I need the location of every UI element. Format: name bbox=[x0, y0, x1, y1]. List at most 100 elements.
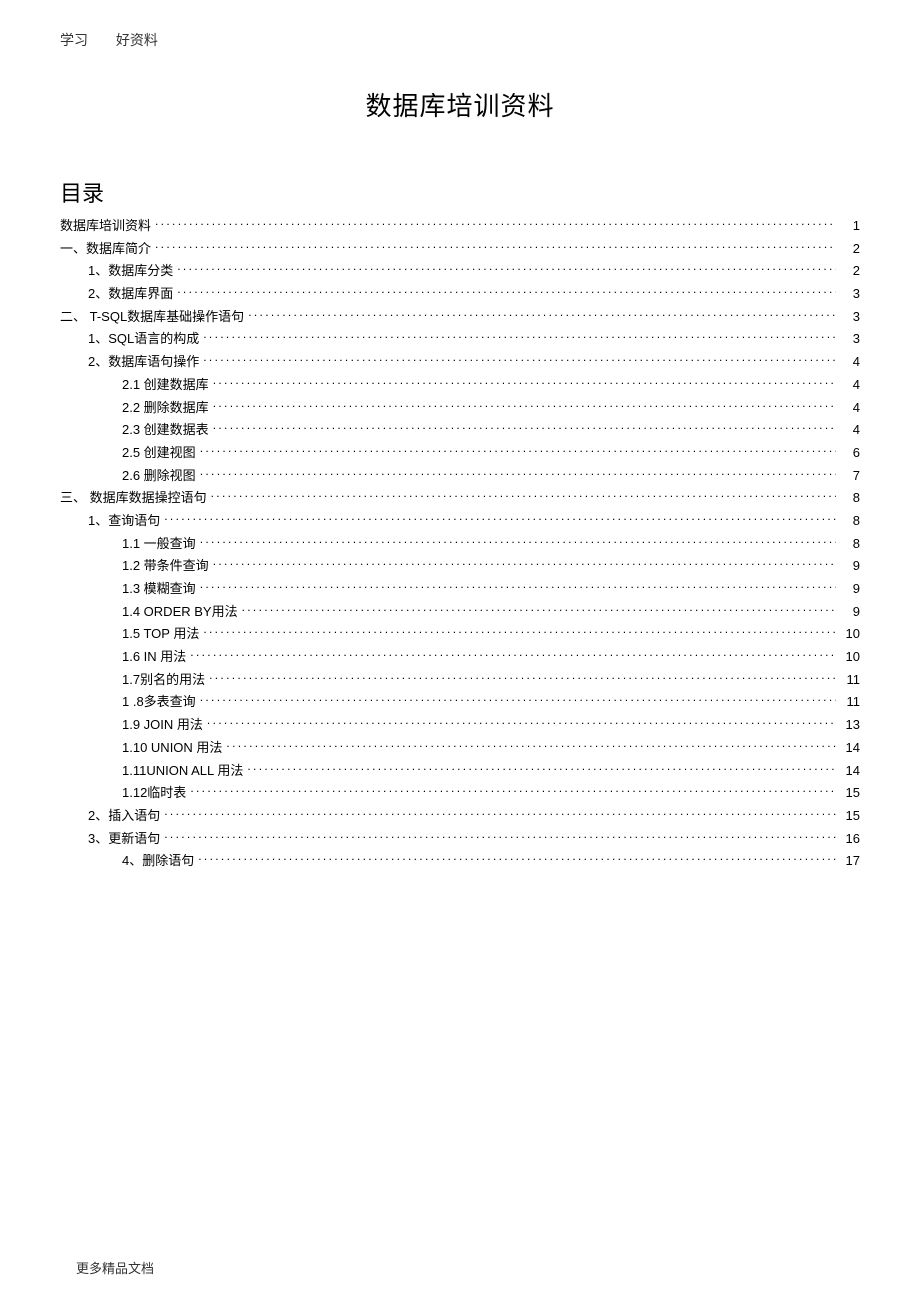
toc-leader-dots bbox=[200, 580, 836, 593]
toc-leader-dots bbox=[203, 353, 836, 366]
toc-entry[interactable]: 4、删除语句 17 bbox=[60, 851, 860, 871]
toc-entry-label: 2、插入语句 bbox=[88, 806, 160, 826]
toc-entry[interactable]: 1.11UNION ALL 用法 14 bbox=[60, 761, 860, 781]
toc-entry[interactable]: 3、更新语句 16 bbox=[60, 829, 860, 849]
toc-entry-label: 1.12临时表 bbox=[122, 783, 186, 803]
toc-entry-page: 2 bbox=[840, 239, 860, 259]
toc-entry[interactable]: 三、 数据库数据操控语句 8 bbox=[60, 488, 860, 508]
toc-entry-page: 4 bbox=[840, 420, 860, 440]
header-left: 学习 bbox=[60, 32, 88, 48]
toc-entry[interactable]: 1.10 UNION 用法14 bbox=[60, 738, 860, 758]
toc-leader-dots bbox=[213, 376, 836, 389]
toc-entry-page: 13 bbox=[840, 715, 860, 735]
toc-entry-label: 1.3 模糊查询 bbox=[122, 579, 196, 599]
toc-entry-page: 3 bbox=[840, 329, 860, 349]
toc-entry-page: 16 bbox=[840, 829, 860, 849]
toc-entry[interactable]: 1、查询语句 8 bbox=[60, 511, 860, 531]
toc-leader-dots bbox=[226, 739, 836, 752]
toc-entry[interactable]: 1.12临时表 15 bbox=[60, 783, 860, 803]
toc-entry[interactable]: 二、 T-SQL数据库基础操作语句 3 bbox=[60, 307, 860, 327]
toc-leader-dots bbox=[177, 285, 836, 298]
toc-entry-label: 1.9 JOIN 用法 bbox=[122, 715, 203, 735]
toc-entry-label: 4、删除语句 bbox=[122, 851, 194, 871]
toc-leader-dots bbox=[203, 330, 836, 343]
toc-entry[interactable]: 2.2 删除数据库4 bbox=[60, 398, 860, 418]
toc-entry[interactable]: 一、数据库简介 2 bbox=[60, 239, 860, 259]
header-right: 好资料 bbox=[116, 32, 158, 48]
toc-leader-dots bbox=[164, 807, 836, 820]
toc-leader-dots bbox=[164, 830, 836, 843]
toc-entry-page: 3 bbox=[840, 307, 860, 327]
toc-entry[interactable]: 2.6 删除视图7 bbox=[60, 466, 860, 486]
toc-entry-label: 2.1 创建数据库 bbox=[122, 375, 209, 395]
toc-entry[interactable]: 1.7别名的用法 11 bbox=[60, 670, 860, 690]
toc-entry[interactable]: 2、插入语句15 bbox=[60, 806, 860, 826]
toc-leader-dots bbox=[203, 625, 836, 638]
toc-entry-label: 1.1 一般查询 bbox=[122, 534, 196, 554]
toc-entry-page: 9 bbox=[840, 579, 860, 599]
toc-entry-label: 三、 数据库数据操控语句 bbox=[60, 488, 207, 508]
toc-entry-page: 11 bbox=[840, 670, 860, 690]
toc-entry[interactable]: 2.5 创建视图6 bbox=[60, 443, 860, 463]
toc-entry-page: 9 bbox=[840, 556, 860, 576]
toc-leader-dots bbox=[198, 852, 836, 865]
toc-leader-dots bbox=[177, 262, 836, 275]
toc-leader-dots bbox=[213, 421, 836, 434]
toc-entry-label: 3、更新语句 bbox=[88, 829, 160, 849]
toc-entry-label: 2.5 创建视图 bbox=[122, 443, 196, 463]
toc-entry-label: 2、数据库界面 bbox=[88, 284, 173, 304]
toc-leader-dots bbox=[248, 308, 836, 321]
toc-entry-label: 1.11UNION ALL 用法 bbox=[122, 761, 243, 781]
toc-entry-page: 4 bbox=[840, 352, 860, 372]
toc-entry[interactable]: 2.1 创建数据库4 bbox=[60, 375, 860, 395]
toc-entry[interactable]: 1.2 带条件查询9 bbox=[60, 556, 860, 576]
toc-entry[interactable]: 1.1 一般查询8 bbox=[60, 534, 860, 554]
toc-leader-dots bbox=[247, 762, 836, 775]
toc-leader-dots bbox=[207, 716, 836, 729]
toc-entry[interactable]: 2.3 创建数据表 4 bbox=[60, 420, 860, 440]
toc-entry-page: 2 bbox=[840, 261, 860, 281]
toc-entry-label: 一、数据库简介 bbox=[60, 239, 151, 259]
document-title: 数据库培训资料 bbox=[0, 86, 920, 123]
toc-entry[interactable]: 1.3 模糊查询 9 bbox=[60, 579, 860, 599]
toc-entry-label: 1.10 UNION 用法 bbox=[122, 738, 222, 758]
toc-entry[interactable]: 1 .8多表查询 11 bbox=[60, 692, 860, 712]
toc-entry-page: 15 bbox=[840, 783, 860, 803]
toc-entry[interactable]: 1.9 JOIN 用法 13 bbox=[60, 715, 860, 735]
toc-entry-label: 1 .8多表查询 bbox=[122, 692, 196, 712]
toc-entry[interactable]: 2、数据库语句操作 4 bbox=[60, 352, 860, 372]
toc-leader-dots bbox=[200, 693, 836, 706]
toc-entry-page: 9 bbox=[840, 602, 860, 622]
toc-entry-page: 11 bbox=[840, 692, 860, 712]
toc-entry-label: 1.6 IN 用法 bbox=[122, 647, 186, 667]
page-footer: 更多精品文档 bbox=[76, 1258, 154, 1277]
toc-entry[interactable]: 1、SQL语言的构成3 bbox=[60, 329, 860, 349]
page-header: 学习 好资料 bbox=[60, 30, 182, 50]
toc-entry-label: 1.7别名的用法 bbox=[122, 670, 205, 690]
toc-entry[interactable]: 1.4 ORDER BY用法 9 bbox=[60, 602, 860, 622]
toc-entry-page: 4 bbox=[840, 398, 860, 418]
toc-entry-page: 10 bbox=[840, 647, 860, 667]
toc-entry-label: 2.6 删除视图 bbox=[122, 466, 196, 486]
toc-leader-dots bbox=[155, 217, 836, 230]
toc-entry[interactable]: 1.6 IN 用法 10 bbox=[60, 647, 860, 667]
toc-entry-label: 二、 T-SQL数据库基础操作语句 bbox=[60, 307, 244, 327]
toc-entry-label: 2.3 创建数据表 bbox=[122, 420, 209, 440]
toc-entry-page: 1 bbox=[840, 216, 860, 236]
toc-entry[interactable]: 1、数据库分类2 bbox=[60, 261, 860, 281]
toc-entry-page: 10 bbox=[840, 624, 860, 644]
toc-entry-label: 2、数据库语句操作 bbox=[88, 352, 199, 372]
toc-entry-page: 17 bbox=[840, 851, 860, 871]
toc-entry-page: 14 bbox=[840, 761, 860, 781]
toc-entry[interactable]: 1.5 TOP 用法10 bbox=[60, 624, 860, 644]
toc-entry-page: 8 bbox=[840, 511, 860, 531]
toc-leader-dots bbox=[211, 489, 836, 502]
toc-entry-page: 8 bbox=[840, 488, 860, 508]
toc-entry[interactable]: 数据库培训资料1 bbox=[60, 216, 860, 236]
toc-entry-label: 1.4 ORDER BY用法 bbox=[122, 602, 238, 622]
toc-leader-dots bbox=[242, 603, 836, 616]
toc-entry-label: 1、查询语句 bbox=[88, 511, 160, 531]
toc-leader-dots bbox=[200, 444, 836, 457]
toc-entry[interactable]: 2、数据库界面3 bbox=[60, 284, 860, 304]
toc-leader-dots bbox=[213, 399, 836, 412]
